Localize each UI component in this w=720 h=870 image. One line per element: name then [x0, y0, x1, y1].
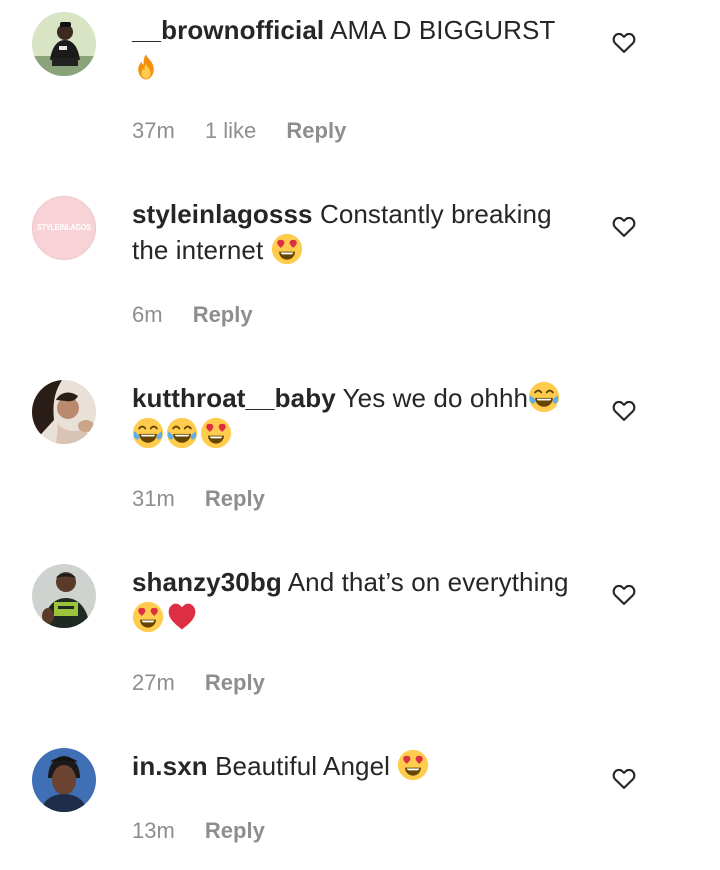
- avatar[interactable]: STYLEINLAGOS: [32, 196, 96, 260]
- reply-button[interactable]: Reply: [205, 818, 265, 843]
- fire-emoji-icon: [132, 53, 160, 81]
- comment-time: 13m: [132, 818, 175, 843]
- comment-meta: 27m Reply: [132, 670, 289, 696]
- comment-meta: 6m Reply: [132, 302, 277, 328]
- comment-time: 6m: [132, 302, 163, 327]
- like-heart-icon[interactable]: [610, 212, 638, 240]
- heart-eyes-emoji-icon: [397, 749, 429, 781]
- comment-meta: 13m Reply: [132, 818, 289, 844]
- comment-username[interactable]: kutthroat__baby: [132, 383, 336, 413]
- comment-like-count[interactable]: 1 like: [205, 118, 256, 143]
- reply-button[interactable]: Reply: [205, 670, 265, 695]
- comment-body: __brownofficial AMA D BIGGURST: [132, 12, 582, 84]
- comment-body: styleinlagosss Constantly breaking the i…: [132, 196, 582, 268]
- avatar-photo: [32, 12, 96, 76]
- reply-button[interactable]: Reply: [193, 302, 253, 327]
- comment-time: 27m: [132, 670, 175, 695]
- comment-time: 37m: [132, 118, 175, 143]
- comment-body: kutthroat__baby Yes we do ohhh: [132, 380, 582, 452]
- avatar[interactable]: [32, 12, 96, 76]
- comment-username[interactable]: __brownofficial: [132, 15, 324, 45]
- comment-time: 31m: [132, 486, 175, 511]
- comment-text: Yes we do ohhh: [342, 383, 529, 413]
- reply-button[interactable]: Reply: [286, 118, 346, 143]
- heart-eyes-emoji-icon: [200, 417, 232, 449]
- avatar-logo-text: STYLEINLAGOS: [37, 223, 91, 232]
- comment-text: AMA D BIGGURST: [330, 15, 556, 45]
- comment-meta: 31m Reply: [132, 486, 289, 512]
- avatar-photo: [32, 748, 96, 812]
- comment-username[interactable]: shanzy30bg: [132, 567, 282, 597]
- like-heart-icon[interactable]: [610, 396, 638, 424]
- joy-emoji-icon: [166, 417, 198, 449]
- avatar[interactable]: [32, 380, 96, 444]
- like-heart-icon[interactable]: [610, 580, 638, 608]
- like-heart-icon[interactable]: [610, 764, 638, 792]
- comment-body: shanzy30bg And that’s on everything: [132, 564, 582, 636]
- heart-eyes-emoji-icon: [132, 601, 164, 633]
- comment-username[interactable]: in.sxn: [132, 751, 208, 781]
- comment-username[interactable]: styleinlagosss: [132, 199, 313, 229]
- comment-body: in.sxn Beautiful Angel: [132, 748, 582, 784]
- red-heart-emoji-icon: [166, 601, 198, 633]
- avatar[interactable]: [32, 748, 96, 812]
- avatar-photo: [32, 380, 96, 444]
- joy-emoji-icon: [132, 417, 164, 449]
- like-heart-icon[interactable]: [610, 28, 638, 56]
- avatar[interactable]: [32, 564, 96, 628]
- joy-emoji-icon: [528, 381, 560, 413]
- heart-eyes-emoji-icon: [271, 233, 303, 265]
- reply-button[interactable]: Reply: [205, 486, 265, 511]
- comment-text: Beautiful Angel: [215, 751, 391, 781]
- comment-text: And that’s on everything: [287, 567, 569, 597]
- comment-meta: 37m 1 like Reply: [132, 118, 370, 144]
- avatar-photo: [32, 564, 96, 628]
